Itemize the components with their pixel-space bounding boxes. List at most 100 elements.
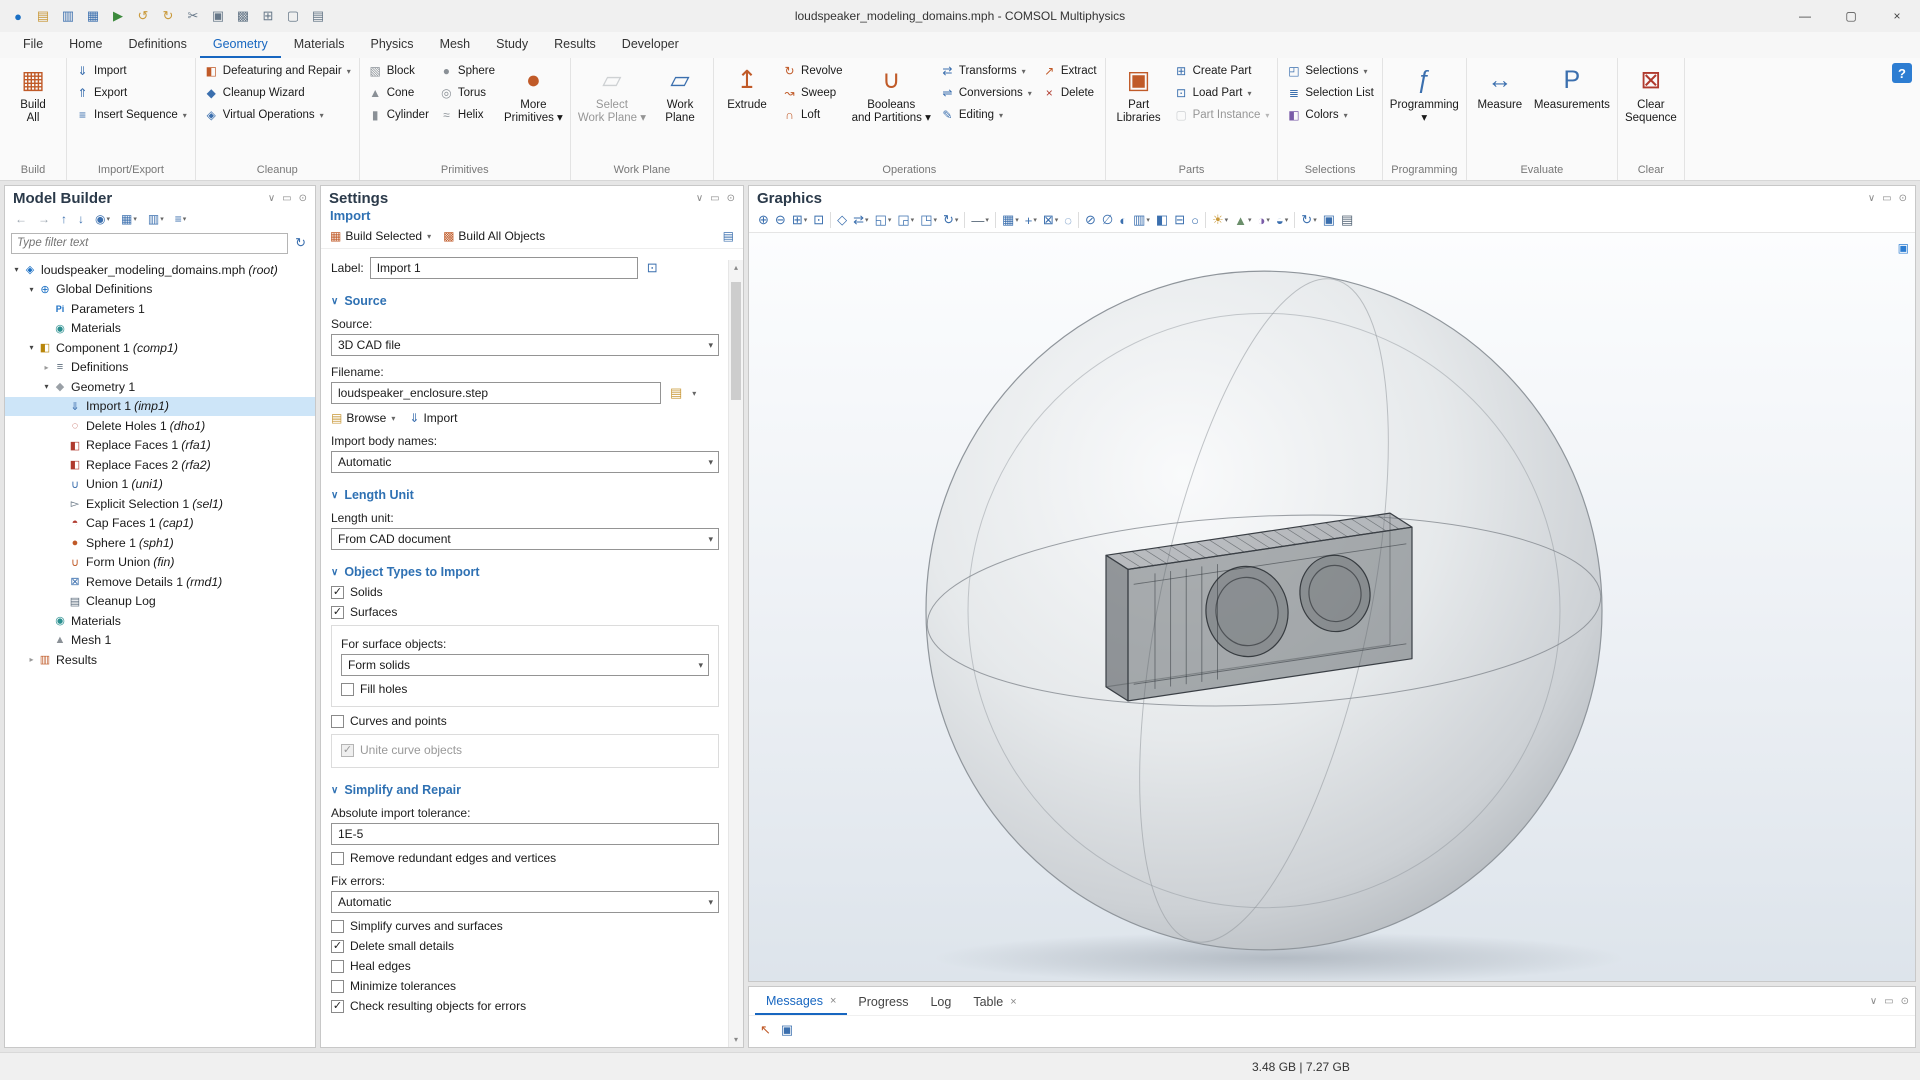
tree-menu-button[interactable]: ≡▾ (171, 210, 191, 228)
show-button[interactable]: ◉▾ (91, 210, 114, 228)
checkbox-surfaces[interactable]: Surfaces (331, 605, 719, 619)
tree-node-import-1[interactable]: ⇓Import 1(imp1) (5, 397, 315, 417)
ribbon-delete[interactable]: ×Delete (1038, 82, 1101, 104)
windows-button[interactable]: ▢ (281, 4, 305, 28)
tolerance-input[interactable] (331, 823, 719, 845)
go-to-view-button[interactable]: ⇄▾ (850, 209, 871, 231)
line-style-button[interactable]: —▾ (968, 210, 992, 231)
tree-node-replace-faces-2[interactable]: ◧Replace Faces 2(rfa2) (5, 455, 315, 475)
import-button[interactable]: ⇓ Import (409, 411, 457, 425)
ribbon-part-libraries[interactable]: ▣PartLibraries (1110, 60, 1168, 125)
hide-objects-button[interactable]: ∅ (1099, 209, 1116, 231)
tree-node-union-1[interactable]: ∪Union 1(uni1) (5, 475, 315, 495)
ribbon-select-work-plane[interactable]: ▱SelectWork Plane ▾ (575, 60, 649, 125)
pin-panel-icon[interactable]: ⊙ (299, 193, 307, 204)
ribbon-work-plane[interactable]: ▱WorkPlane (651, 60, 709, 125)
rotate-camera-button[interactable]: ↻▾ (940, 209, 961, 231)
lasso-select-button[interactable]: ◌ (1061, 210, 1075, 231)
tree-node-definitions[interactable]: ▸≡Definitions (5, 358, 315, 378)
context-panel-icon[interactable]: ▣ (1898, 241, 1909, 255)
menu-tab-results[interactable]: Results (541, 32, 609, 58)
move-up-button[interactable]: ↑ (57, 210, 71, 228)
ribbon-revolve[interactable]: ↻Revolve (778, 60, 847, 82)
tree-node-delete-holes-1[interactable]: ◌Delete Holes 1(dho1) (5, 416, 315, 436)
section-source[interactable]: ∨ Source (331, 294, 719, 308)
help-button[interactable]: ? (1892, 63, 1912, 83)
copy-button[interactable]: ▣ (206, 4, 230, 28)
section-length-unit[interactable]: ∨ Length Unit (331, 488, 719, 502)
build-selected-button[interactable]: ▦ Build Selected ▾ (330, 229, 431, 243)
tree-node-parameters-1[interactable]: PiParameters 1 (5, 299, 315, 319)
tree-node-explicit-selection-1[interactable]: ▻Explicit Selection 1(sel1) (5, 494, 315, 514)
log-window-button[interactable]: ▣ (778, 1019, 796, 1041)
refresh-filter-icon[interactable]: ↻ (292, 232, 309, 254)
grid-button[interactable]: ▦▾ (999, 209, 1022, 231)
ribbon-export[interactable]: ⇑Export (71, 82, 191, 104)
interactive-positioning-button[interactable]: +▾ (1022, 210, 1040, 231)
close-tab-icon[interactable]: × (1010, 996, 1016, 1008)
tree-node-geometry-1[interactable]: ▾◆Geometry 1 (5, 377, 315, 397)
zx-view-button[interactable]: ◳▾ (917, 209, 940, 231)
back-button[interactable]: ← (11, 210, 31, 228)
redo-button[interactable]: ↻ (156, 4, 180, 28)
section-simplify-repair[interactable]: ∨ Simplify and Repair (331, 783, 719, 797)
collapsed-arrow-icon[interactable]: ▸ (41, 363, 52, 372)
snapshot-button[interactable]: ▣ (1320, 209, 1338, 231)
open-file-icon[interactable]: ▤ (667, 382, 685, 404)
fix-errors-select[interactable]: Automatic ▾ (331, 891, 719, 913)
zoom-out-button[interactable]: ⊖ (772, 209, 789, 231)
xy-view-button[interactable]: ◱▾ (872, 209, 895, 231)
tree-node-component-1[interactable]: ▾◧Component 1(comp1) (5, 338, 315, 358)
yz-view-button[interactable]: ◲▾ (894, 209, 917, 231)
zoom-in-button[interactable]: ⊕ (755, 209, 772, 231)
browse-button[interactable]: ▤ Browse ▾ (331, 411, 395, 425)
print-doc-button[interactable]: ▤ (306, 4, 330, 28)
settings-scrollbar[interactable]: ▴ ▾ (728, 260, 743, 1047)
ribbon-build-all[interactable]: ▦BuildAll (4, 60, 62, 125)
cut-button[interactable]: ✂ (181, 4, 205, 28)
float-panel-icon[interactable]: ▭ (1884, 996, 1893, 1007)
menu-tab-home[interactable]: Home (56, 32, 115, 58)
play-button[interactable]: ▶ (106, 4, 130, 28)
columns-button[interactable]: ▥▾ (144, 210, 168, 228)
tree-node-results[interactable]: ▸▥Results (5, 650, 315, 670)
ribbon-selections[interactable]: ◰Selections▾ (1282, 60, 1377, 82)
deselect-button[interactable]: ⊘ (1082, 209, 1099, 231)
bottom-tab-table[interactable]: Table× (962, 987, 1027, 1015)
checkbox-minimize-tolerances[interactable]: Minimize tolerances (331, 979, 719, 993)
filter-input[interactable] (11, 233, 288, 254)
tree-node-cap-faces-1[interactable]: ◓Cap Faces 1(cap1) (5, 514, 315, 534)
close-tab-icon[interactable]: × (830, 995, 836, 1007)
ribbon-extrude[interactable]: ↥Extrude (718, 60, 776, 112)
scroll-down-icon[interactable]: ▾ (729, 1035, 743, 1044)
expanded-arrow-icon[interactable]: ▾ (11, 265, 22, 274)
open-button[interactable]: ▤ (31, 4, 55, 28)
tree-node-replace-faces-1[interactable]: ◧Replace Faces 1(rfa1) (5, 436, 315, 456)
clip-box-button[interactable]: ⊟ (1171, 209, 1188, 231)
checkbox-unite-curve-objects[interactable]: Unite curve objects (341, 743, 709, 757)
checkbox-check-resulting-objects-for-errors[interactable]: Check resulting objects for errors (331, 999, 719, 1013)
checkbox-fill-holes[interactable]: Fill holes (341, 682, 709, 696)
tree-node-materials[interactable]: ◉Materials (5, 319, 315, 339)
collapse-panel-icon[interactable]: ∨ (268, 193, 275, 204)
ribbon-insert-sequence[interactable]: ≡Insert Sequence▾ (71, 104, 191, 126)
ribbon-cone[interactable]: ▲Cone (364, 82, 433, 104)
window-grid-button[interactable]: ⊞ (256, 4, 280, 28)
move-down-button[interactable]: ↓ (74, 210, 88, 228)
ribbon-create-part[interactable]: ⊞Create Part (1170, 60, 1274, 82)
tree-node-form-union[interactable]: ∪Form Union(fin) (5, 553, 315, 573)
checkbox-delete-small-details[interactable]: Delete small details (331, 939, 719, 953)
zoom-box-button[interactable]: ⊡ (810, 209, 827, 231)
collapse-panel-icon[interactable]: ∨ (696, 193, 703, 204)
zoom-extents-button[interactable]: ⊞▾ (789, 209, 810, 231)
save-button[interactable]: ▥ (56, 4, 80, 28)
expanded-arrow-icon[interactable]: ▾ (41, 382, 52, 391)
ribbon-import[interactable]: ⇓Import (71, 60, 191, 82)
ribbon-measurements[interactable]: PMeasurements (1531, 60, 1613, 112)
filename-input[interactable] (331, 382, 661, 404)
ribbon-cleanup-wizard[interactable]: ◆Cleanup Wizard (200, 82, 355, 104)
ribbon-cylinder[interactable]: ▮Cylinder (364, 104, 433, 126)
material-rendering-button[interactable]: ◒▾ (1273, 210, 1291, 231)
collapse-panel-icon[interactable]: ∨ (1870, 996, 1877, 1007)
label-input[interactable] (370, 257, 638, 279)
